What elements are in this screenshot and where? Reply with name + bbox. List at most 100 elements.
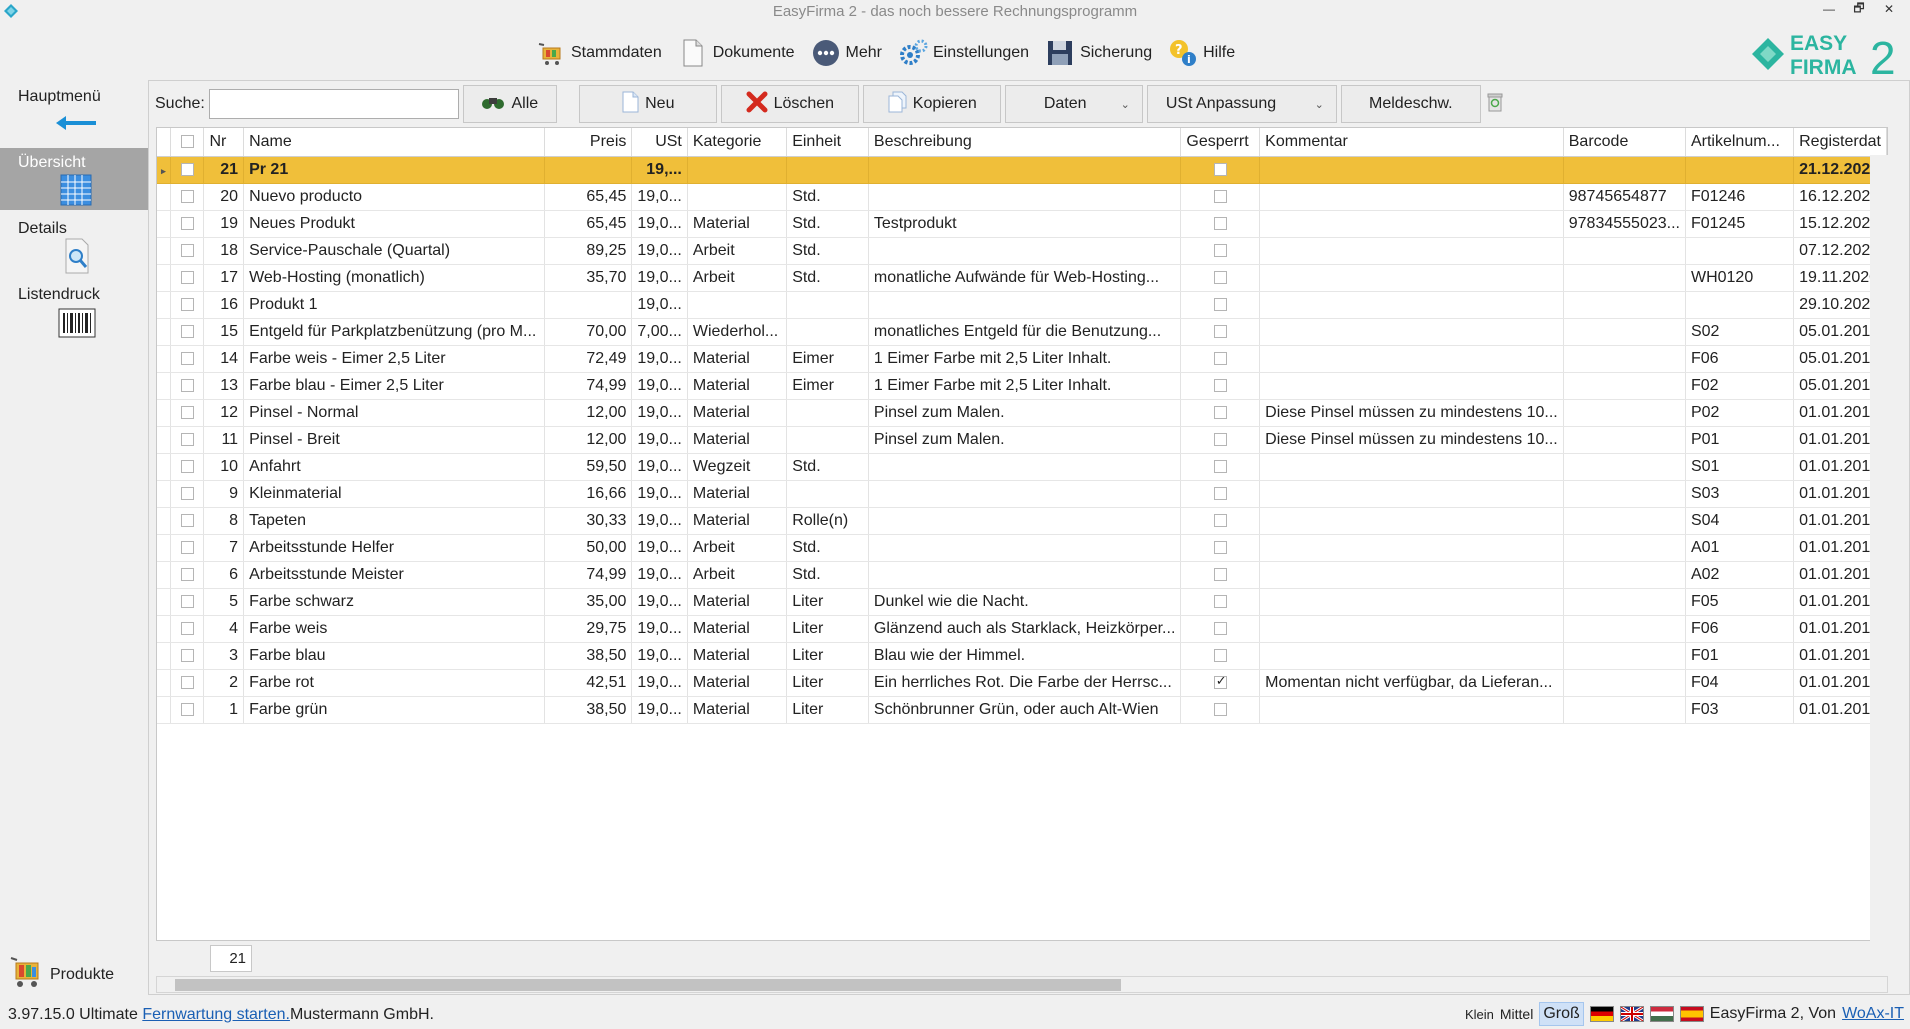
cell-gesperrt[interactable] [1180,588,1261,616]
reporting-threshold-button[interactable]: Meldeschw. [1340,85,1481,123]
locked-checkbox[interactable] [1213,351,1227,365]
cell-gesperrt[interactable] [1180,183,1261,211]
cell-gesperrt[interactable] [1180,345,1261,373]
locked-checkbox[interactable] [1213,405,1227,419]
column-header-einheit[interactable]: Einheit [786,128,869,157]
locked-checkbox[interactable] [1213,621,1227,635]
table-row[interactable]: ▸ 21 Pr 21 19,... 21.12.2020 [157,156,1887,184]
cell-gesperrt[interactable] [1180,480,1261,508]
table-row[interactable]: 16 Produkt 1 19,0... 29.10.2020 [157,291,1887,319]
row-select-checkbox[interactable] [170,453,205,481]
row-select-checkbox[interactable] [170,318,205,346]
locked-checkbox[interactable] [1213,648,1227,662]
flag-hungary-icon[interactable] [1649,1006,1674,1022]
cell-gesperrt[interactable] [1180,696,1261,724]
locked-checkbox[interactable] [1213,162,1227,176]
table-row[interactable]: 1 Farbe grün 38,50 19,0... Material Liter Schö… [157,696,1887,724]
flag-spain-icon[interactable] [1679,1006,1704,1022]
new-button[interactable]: Neu [578,85,717,123]
row-select-checkbox[interactable] [170,210,205,238]
sidebar-item-uebersicht[interactable]: Übersicht [0,148,148,210]
minimize-button[interactable]: — [1814,0,1844,18]
cell-gesperrt[interactable] [1180,399,1261,427]
table-row[interactable]: 9 Kleinmaterial 16,66 19,0... Material S03 01.… [157,480,1887,508]
vendor-link[interactable]: WoAx-IT [1842,1005,1904,1023]
cell-gesperrt[interactable] [1180,642,1261,670]
table-row[interactable]: 17 Web-Hosting (monatlich) 35,70 19,0... Arb… [157,264,1887,292]
cell-gesperrt[interactable] [1180,291,1261,319]
table-row[interactable]: 18 Service-Pauschale (Quartal) 89,25 19,0..… [157,237,1887,265]
row-select-checkbox[interactable] [170,156,205,184]
cell-gesperrt[interactable] [1180,156,1261,184]
column-header-kategorie[interactable]: Kategorie [687,128,788,157]
row-select-checkbox[interactable] [170,183,205,211]
flag-uk-icon[interactable] [1619,1006,1644,1022]
cell-gesperrt[interactable] [1180,237,1261,265]
restore-button[interactable]: 🗗 [1844,0,1874,18]
locked-checkbox[interactable] [1213,673,1227,689]
row-select-checkbox[interactable] [170,264,205,292]
search-input[interactable] [208,89,459,119]
table-row[interactable]: 4 Farbe weis 29,75 19,0... Material Liter Glän… [157,615,1887,643]
locked-checkbox[interactable] [1213,189,1227,203]
row-select-checkbox[interactable] [170,507,205,535]
cell-gesperrt[interactable] [1180,669,1261,697]
menu-stammdaten[interactable]: Stammdaten [530,35,668,71]
table-row[interactable]: 12 Pinsel - Normal 12,00 19,0... Material Pin… [157,399,1887,427]
locked-checkbox[interactable] [1213,243,1227,257]
row-select-checkbox[interactable] [170,642,205,670]
row-select-checkbox[interactable] [170,480,205,508]
table-row[interactable]: 13 Farbe blau - Eimer 2,5 Liter 74,99 19,0.… [157,372,1887,400]
menu-einstellungen[interactable]: Einstellungen [892,35,1035,71]
locked-checkbox[interactable] [1213,567,1227,581]
locked-checkbox[interactable] [1213,270,1227,284]
select-all-checkbox[interactable] [170,128,205,157]
table-row[interactable]: 11 Pinsel - Breit 12,00 19,0... Material Pins… [157,426,1887,454]
menu-mehr[interactable]: Mehr [805,35,888,71]
data-dropdown[interactable]: Daten ⌄ [1004,85,1143,123]
locked-checkbox[interactable] [1213,513,1227,527]
locked-checkbox[interactable] [1213,216,1227,230]
sidebar-item-listendruck[interactable]: Listendruck [0,280,148,342]
table-row[interactable]: 3 Farbe blau 38,50 19,0... Material Liter Blau… [157,642,1887,670]
table-row[interactable]: 19 Neues Produkt 65,45 19,0... Material Std. T… [157,210,1887,238]
table-row[interactable]: 5 Farbe schwarz 35,00 19,0... Material Liter D… [157,588,1887,616]
row-select-checkbox[interactable] [170,534,205,562]
column-header-gesperrt[interactable]: Gesperrt [1180,128,1261,157]
table-row[interactable]: 2 Farbe rot 42,51 19,0... Material Liter Ein h… [157,669,1887,697]
cell-gesperrt[interactable] [1180,507,1261,535]
column-header-preis[interactable]: Preis [544,128,633,157]
locked-checkbox[interactable] [1213,297,1227,311]
locked-checkbox[interactable] [1213,378,1227,392]
row-select-checkbox[interactable] [170,696,205,724]
table-row[interactable]: 6 Arbeitsstunde Meister 74,99 19,0... Arbeit… [157,561,1887,589]
column-header-kommentar[interactable]: Kommentar [1259,128,1564,157]
cell-gesperrt[interactable] [1180,210,1261,238]
vertical-scrollbar[interactable] [1870,155,1888,941]
table-row[interactable]: 20 Nuevo producto 65,45 19,0... Std. 98745654… [157,183,1887,211]
recycle-bin-icon[interactable] [1485,91,1505,118]
menu-sicherung[interactable]: Sicherung [1039,35,1158,71]
table-row[interactable]: 7 Arbeitsstunde Helfer 50,00 19,0... Arbeit S… [157,534,1887,562]
cell-gesperrt[interactable] [1180,615,1261,643]
close-button[interactable]: ✕ [1874,0,1904,18]
size-large-option[interactable]: Groß [1539,1002,1584,1026]
row-select-checkbox[interactable] [170,615,205,643]
row-select-checkbox[interactable] [170,426,205,454]
row-select-checkbox[interactable] [170,372,205,400]
cell-gesperrt[interactable] [1180,264,1261,292]
row-select-checkbox[interactable] [170,345,205,373]
row-select-checkbox[interactable] [170,588,205,616]
vat-adjust-dropdown[interactable]: USt Anpassung ⌄ [1146,85,1337,123]
menu-hilfe[interactable]: ? i Hilfe [1162,35,1241,71]
horizontal-scrollbar[interactable] [156,976,1888,993]
row-select-checkbox[interactable] [170,399,205,427]
locked-checkbox[interactable] [1213,540,1227,554]
column-header-artikelnummer[interactable]: Artikelnum... [1685,128,1795,157]
copy-button[interactable]: Kopieren [862,85,1001,123]
size-small-option[interactable]: Klein [1465,1007,1494,1022]
column-header-registerdatum[interactable]: Registerdat [1793,128,1887,157]
column-header-ust[interactable]: USt [631,128,688,157]
cell-gesperrt[interactable] [1180,426,1261,454]
table-row[interactable]: 14 Farbe weis - Eimer 2,5 Liter 72,49 19,0.… [157,345,1887,373]
